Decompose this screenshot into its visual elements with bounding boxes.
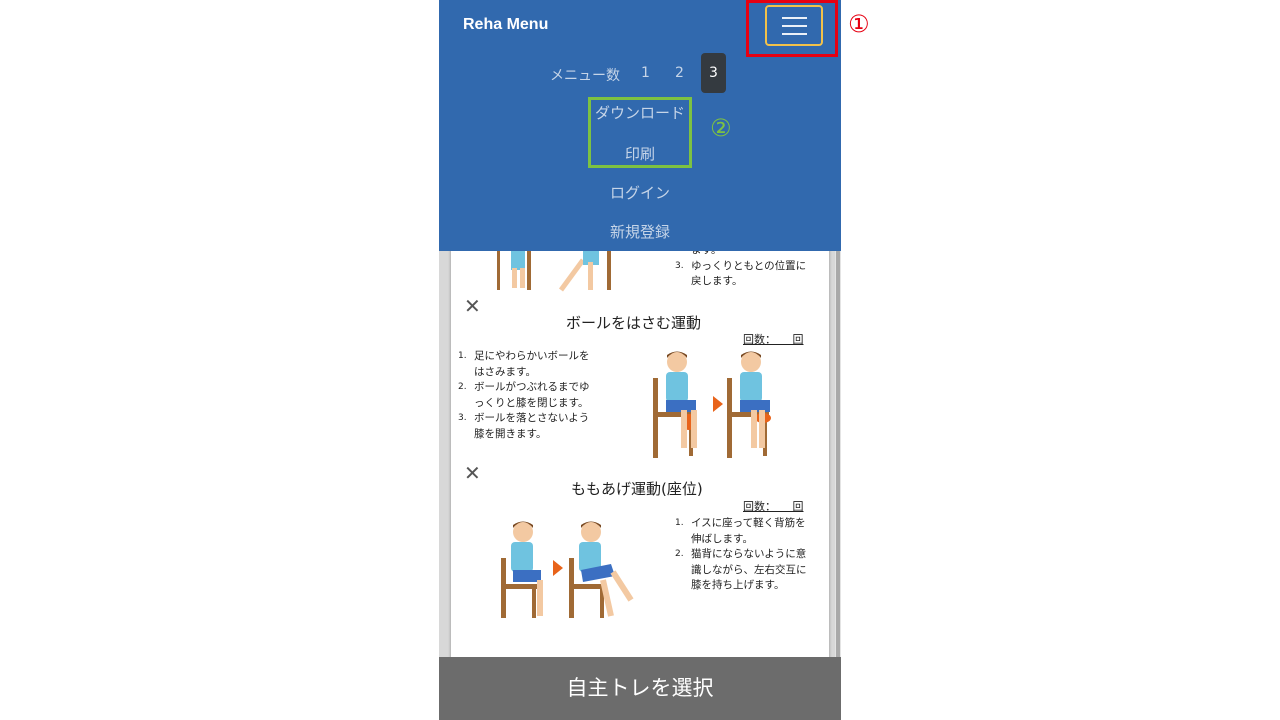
menu-count-label: メニュー数: [550, 68, 620, 84]
brand-title[interactable]: Reha Menu: [463, 16, 548, 34]
thigh-raise-illustration: [501, 521, 634, 618]
register-link[interactable]: 新規登録: [439, 221, 841, 242]
step-item: 膝を持ち上げます。: [691, 579, 785, 591]
remove-exercise-close-icon[interactable]: ✕: [464, 461, 481, 485]
step-item: 識しながら、左右交互に: [691, 563, 807, 576]
step-item: っくりと膝を閉じます。: [474, 396, 589, 409]
remove-exercise-close-icon[interactable]: ✕: [464, 294, 481, 318]
step-item: 2. ボールがつぶれるまでゆ: [458, 381, 590, 393]
exercise-title: ももあげ運動(座位): [571, 480, 703, 498]
step-item: 3. ゆっくりともとの位置に: [675, 259, 807, 272]
select-self-training-button[interactable]: 自主トレを選択: [439, 657, 841, 720]
step-item: 3. ボールを落とさないよう: [458, 412, 590, 424]
exercise-steps: 1. イスに座って軽く背筋を 伸ばします。 2. 猫背にならないように意 識しながら…: [675, 516, 807, 594]
scrollbar-thumb[interactable]: [836, 250, 840, 690]
repetition-count-label: 回数： 回: [743, 500, 804, 513]
ball-squeeze-illustration: [653, 351, 771, 458]
step-item: 戻します。: [691, 275, 743, 287]
annotation-number-2: ②: [710, 114, 732, 142]
menu-count-selector: メニュー数 1 2 3: [439, 52, 841, 94]
step-item: はさみます。: [474, 365, 536, 378]
exercise-steps: 1. 足にやわらかいボールを はさみます。 2. ボールがつぶれるまでゆ っくりと膝…: [458, 349, 590, 442]
step-item: 2. 猫背にならないように意: [675, 548, 807, 560]
annotation-box-1: [746, 0, 838, 57]
step-item: 1. イスに座って軽く背筋を: [675, 517, 806, 529]
menu-count-option-2[interactable]: 2: [667, 53, 692, 93]
menu-count-option-1[interactable]: 1: [633, 53, 658, 93]
repetition-count-label: 回数： 回: [743, 333, 804, 346]
step-item: 1. 足にやわらかいボールを: [458, 350, 590, 362]
menu-count-option-3[interactable]: 3: [701, 53, 726, 93]
annotation-number-1: ①: [848, 10, 870, 38]
step-item: 伸ばします。: [691, 532, 753, 545]
exercise-title: ボールをはさむ運動: [566, 314, 702, 332]
login-link[interactable]: ログイン: [439, 182, 841, 203]
step-item: 膝を開きます。: [474, 427, 547, 440]
annotation-box-2: [588, 97, 692, 168]
